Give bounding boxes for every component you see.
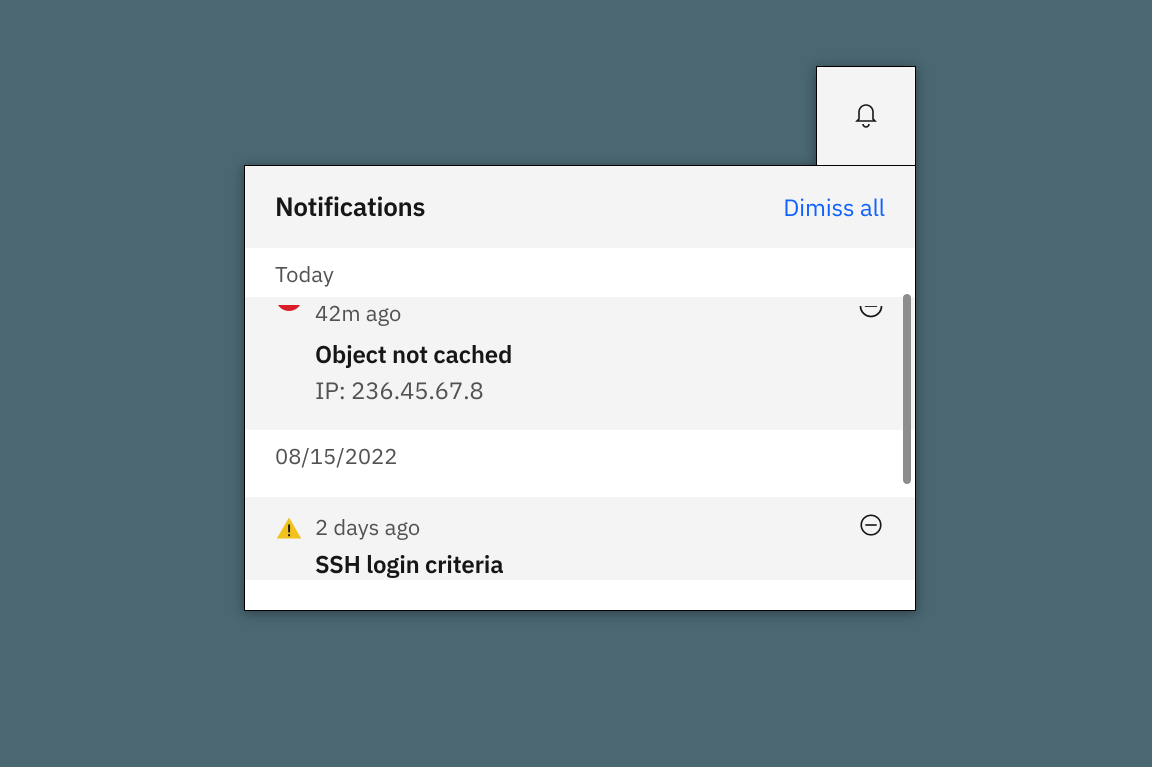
subtract-icon: [857, 306, 885, 320]
notifications-scroll[interactable]: Today 42m ago: [245, 248, 915, 611]
dismiss-notification-button[interactable]: [857, 514, 885, 542]
dismiss-notification-button[interactable]: [857, 306, 885, 322]
date-group-label: 08/15/2022: [245, 430, 915, 479]
notification-title: Object not cached: [315, 338, 885, 370]
notifications-panel: Notifications Dimiss all Today 42m ago: [244, 165, 916, 611]
notifications-popover: Notifications Dimiss all Today 42m ago: [244, 66, 916, 512]
notification-title: SSH login criteria: [315, 548, 885, 580]
notification-subtitle: IP: 236.45.67.8: [315, 374, 885, 406]
warning-icon: [275, 514, 303, 542]
panel-header: Notifications Dimiss all: [245, 166, 915, 248]
subtract-icon: [858, 512, 884, 543]
notification-time: 42m ago: [315, 299, 401, 328]
dismiss-all-link[interactable]: Dimiss all: [783, 191, 885, 223]
notification-item[interactable]: 2 days ago SSH login criteria: [245, 497, 915, 580]
notification-time: 2 days ago: [315, 513, 420, 542]
notification-item[interactable]: 42m ago Object not cached IP: 236.45.67.…: [245, 297, 915, 430]
panel-title: Notifications: [275, 190, 425, 224]
bell-icon: [850, 98, 882, 135]
error-icon: [275, 300, 303, 328]
scrollbar-thumb[interactable]: [903, 294, 911, 484]
bell-tab[interactable]: [816, 66, 916, 166]
date-group-label: Today: [245, 248, 915, 297]
